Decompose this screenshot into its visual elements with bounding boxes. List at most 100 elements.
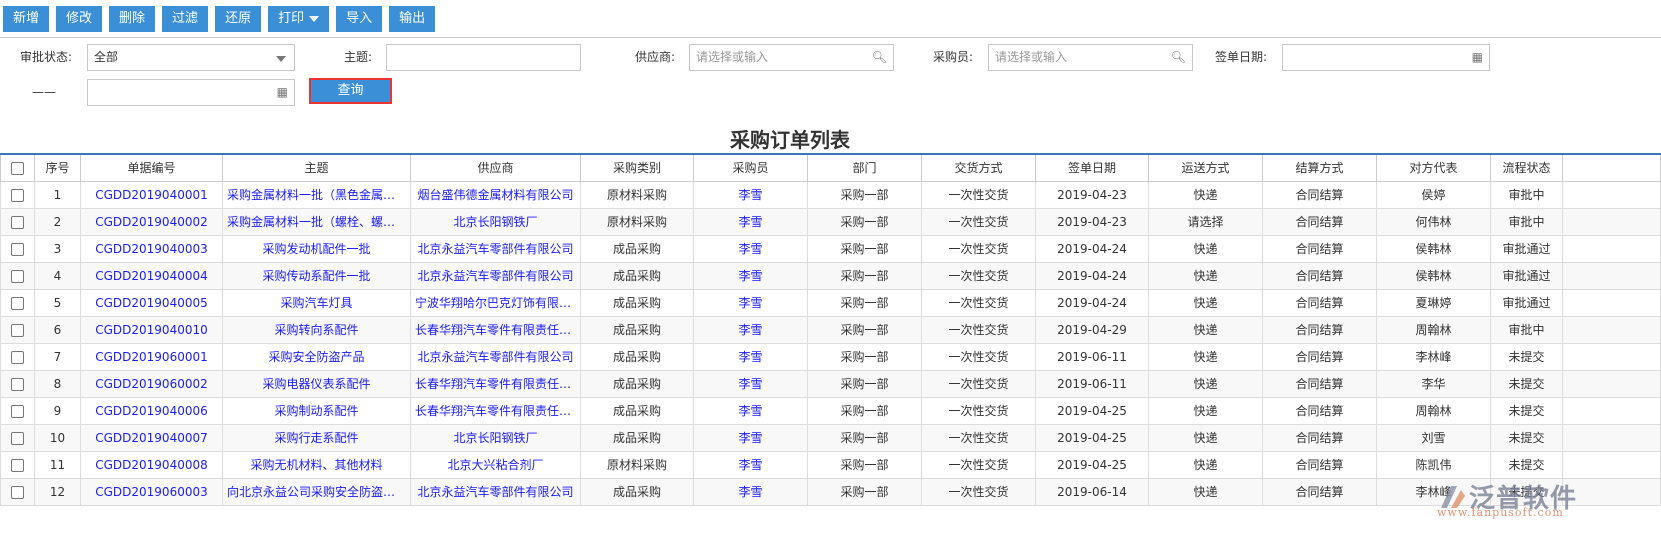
row-checkbox[interactable]: [11, 188, 24, 202]
cell-2[interactable]: 采购转向系配件: [222, 315, 411, 344]
search-icon[interactable]: 🔍︎: [1171, 45, 1186, 70]
column-header[interactable]: 主题: [222, 153, 411, 182]
toolbar-button-2[interactable]: 删除: [109, 6, 156, 32]
cell-1[interactable]: CGDD2019040007: [80, 423, 223, 452]
column-header[interactable]: 采购类别: [580, 153, 694, 182]
cell-1[interactable]: CGDD2019060001: [80, 342, 223, 371]
table-row[interactable]: 2 CGDD2019040002 采购金属材料一批（螺栓、螺母） 北京长阳钢铁厂 原材料…: [0, 207, 1661, 236]
column-header[interactable]: 结算方式: [1262, 153, 1377, 182]
cell-2[interactable]: 采购发动机配件一批: [222, 234, 411, 263]
toolbar-button-1[interactable]: 修改: [56, 6, 103, 32]
column-header[interactable]: 签单日期: [1035, 153, 1149, 182]
cell-5[interactable]: 李雪: [693, 288, 808, 317]
row-checkbox[interactable]: [11, 404, 24, 418]
cell-3[interactable]: 北京永益汽车零部件有限公司: [410, 342, 581, 371]
table-row[interactable]: 11 CGDD2019040008 采购无机材料、其他材料 北京大兴粘合剂厂 原材料采购…: [0, 450, 1661, 479]
cell-5[interactable]: 李雪: [693, 369, 808, 398]
cell-2[interactable]: 采购金属材料一批（黑色金属材料）: [222, 180, 411, 209]
table-row[interactable]: 3 CGDD2019040003 采购发动机配件一批 北京永益汽车零部件有限公司 成品采…: [0, 234, 1661, 263]
query-button[interactable]: 查询: [309, 78, 392, 104]
column-header[interactable]: 对方代表: [1376, 153, 1491, 182]
table-row[interactable]: 9 CGDD2019040006 采购制动系配件 长春华翔汽车零件有限责任公司 成品采购…: [0, 396, 1661, 425]
column-header[interactable]: 流程状态: [1490, 153, 1563, 182]
status-select[interactable]: 全部: [87, 44, 295, 71]
cell-3[interactable]: 北京长阳钢铁厂: [410, 423, 581, 452]
cell-5[interactable]: 李雪: [693, 477, 808, 506]
cell-3[interactable]: 北京永益汽车零部件有限公司: [410, 261, 581, 290]
cell-1[interactable]: CGDD2019060003: [80, 477, 223, 506]
select-all-checkbox[interactable]: [11, 161, 24, 175]
cell-5[interactable]: 李雪: [693, 423, 808, 452]
date-end-input[interactable]: ▦: [87, 79, 295, 106]
column-header[interactable]: 序号: [34, 153, 81, 182]
column-header[interactable]: 部门: [807, 153, 922, 182]
column-header[interactable]: 采购员: [693, 153, 808, 182]
cell-3[interactable]: 北京永益汽车零部件有限公司: [410, 234, 581, 263]
column-header[interactable]: 供应商: [410, 153, 581, 182]
column-header[interactable]: 单据编号: [80, 153, 223, 182]
table-row[interactable]: 8 CGDD2019060002 采购电器仪表系配件 长春华翔汽车零件有限责任公司 成品…: [0, 369, 1661, 398]
table-row[interactable]: 4 CGDD2019040004 采购传动系配件一批 北京永益汽车零部件有限公司 成品采…: [0, 261, 1661, 290]
column-header[interactable]: 运送方式: [1148, 153, 1263, 182]
table-row[interactable]: 5 CGDD2019040005 采购汽车灯具 宁波华翔哈尔巴克灯饰有限公司 成品采购李…: [0, 288, 1661, 317]
table-row[interactable]: 7 CGDD2019060001 采购安全防盗产品 北京永益汽车零部件有限公司 成品采购…: [0, 342, 1661, 371]
row-checkbox[interactable]: [11, 215, 24, 229]
subject-input[interactable]: [386, 44, 581, 71]
toolbar-button-7[interactable]: 输出: [389, 6, 436, 32]
row-checkbox[interactable]: [11, 485, 24, 499]
calendar-icon[interactable]: ▦: [1472, 45, 1483, 70]
cell-2[interactable]: 采购金属材料一批（螺栓、螺母）: [222, 207, 411, 236]
cell-2[interactable]: 采购传动系配件一批: [222, 261, 411, 290]
cell-2[interactable]: 采购汽车灯具: [222, 288, 411, 317]
table-row[interactable]: 1 CGDD2019040001 采购金属材料一批（黑色金属材料） 烟台盛伟德金属材料…: [0, 180, 1661, 209]
row-checkbox[interactable]: [11, 296, 24, 310]
cell-5[interactable]: 李雪: [693, 396, 808, 425]
supplier-input[interactable]: 请选择或输入 🔍︎: [689, 44, 894, 71]
cell-2[interactable]: 采购无机材料、其他材料: [222, 450, 411, 479]
cell-3[interactable]: 北京大兴粘合剂厂: [410, 450, 581, 479]
cell-5[interactable]: 李雪: [693, 315, 808, 344]
toolbar-button-4[interactable]: 还原: [215, 6, 262, 32]
cell-1[interactable]: CGDD2019040004: [80, 261, 223, 290]
cell-2[interactable]: 采购行走系配件: [222, 423, 411, 452]
table-row[interactable]: 12 CGDD2019060003 向北京永益公司采购安全防盗产品 北京永益汽车零部件…: [0, 477, 1661, 506]
calendar-icon[interactable]: ▦: [277, 80, 288, 105]
buyer-input[interactable]: 请选择或输入 🔍︎: [988, 44, 1193, 71]
cell-5[interactable]: 李雪: [693, 234, 808, 263]
table-row[interactable]: 6 CGDD2019040010 采购转向系配件 长春华翔汽车零件有限责任公司 成品采购…: [0, 315, 1661, 344]
cell-2[interactable]: 向北京永益公司采购安全防盗产品: [222, 477, 411, 506]
date-start-input[interactable]: ▦: [1282, 44, 1490, 71]
toolbar-button-6[interactable]: 导入: [336, 6, 383, 32]
row-checkbox[interactable]: [11, 242, 24, 256]
cell-3[interactable]: 长春华翔汽车零件有限责任公司: [410, 315, 581, 344]
cell-5[interactable]: 李雪: [693, 180, 808, 209]
cell-3[interactable]: 长春华翔汽车零件有限责任公司: [410, 369, 581, 398]
cell-2[interactable]: 采购制动系配件: [222, 396, 411, 425]
cell-2[interactable]: 采购安全防盗产品: [222, 342, 411, 371]
row-checkbox[interactable]: [11, 323, 24, 337]
row-checkbox[interactable]: [11, 269, 24, 283]
cell-1[interactable]: CGDD2019040010: [80, 315, 223, 344]
search-icon[interactable]: 🔍︎: [872, 45, 887, 70]
column-header[interactable]: 交货方式: [921, 153, 1036, 182]
cell-1[interactable]: CGDD2019040006: [80, 396, 223, 425]
cell-3[interactable]: 北京长阳钢铁厂: [410, 207, 581, 236]
cell-2[interactable]: 采购电器仪表系配件: [222, 369, 411, 398]
row-checkbox[interactable]: [11, 377, 24, 391]
cell-5[interactable]: 李雪: [693, 207, 808, 236]
cell-1[interactable]: CGDD2019040002: [80, 207, 223, 236]
row-checkbox[interactable]: [11, 458, 24, 472]
table-row[interactable]: 10 CGDD2019040007 采购行走系配件 北京长阳钢铁厂 成品采购 李雪 采购一部…: [0, 423, 1661, 452]
cell-1[interactable]: CGDD2019060002: [80, 369, 223, 398]
row-checkbox[interactable]: [11, 350, 24, 364]
toolbar-button-3[interactable]: 过滤: [162, 6, 209, 32]
cell-1[interactable]: CGDD2019040008: [80, 450, 223, 479]
cell-5[interactable]: 李雪: [693, 342, 808, 371]
toolbar-button-5[interactable]: 打印: [268, 6, 330, 32]
cell-5[interactable]: 李雪: [693, 261, 808, 290]
cell-3[interactable]: 宁波华翔哈尔巴克灯饰有限公司: [410, 288, 581, 317]
toolbar-button-0[interactable]: 新增: [3, 6, 50, 32]
row-checkbox[interactable]: [11, 431, 24, 445]
cell-1[interactable]: CGDD2019040001: [80, 180, 223, 209]
cell-3[interactable]: 北京永益汽车零部件有限公司: [410, 477, 581, 506]
